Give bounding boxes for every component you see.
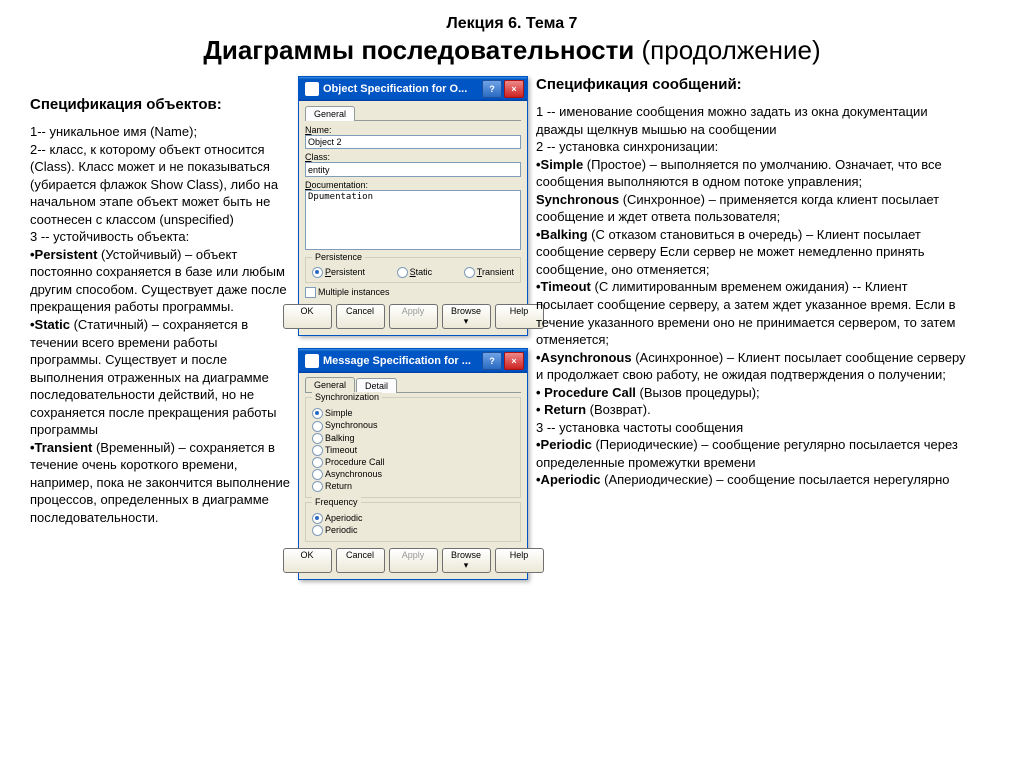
radio-static[interactable]: Static [397, 267, 433, 278]
name-field[interactable] [305, 135, 521, 149]
doc-field[interactable]: Dpumentation [305, 190, 521, 250]
radio-async[interactable]: Asynchronous [312, 469, 514, 480]
class-label: Class: [305, 152, 521, 162]
right-body: 1 -- именование сообщения можно задать и… [536, 103, 966, 489]
lecture-header: Лекция 6. Тема 7 [30, 15, 994, 33]
browse-button[interactable]: Browse ▾ [442, 548, 491, 573]
radio-simple[interactable]: Simple [312, 408, 514, 419]
class-field[interactable] [305, 162, 521, 177]
radio-aperiodic[interactable]: Aperiodic [312, 513, 514, 524]
radio-periodic[interactable]: Periodic [312, 525, 514, 536]
app-icon [305, 354, 319, 368]
cancel-button[interactable]: Cancel [336, 304, 385, 329]
radio-balking[interactable]: Balking [312, 433, 514, 444]
ok-button[interactable]: OK [283, 304, 332, 329]
message-spec-dialog: Message Specification for ... ? × Genera… [298, 348, 528, 580]
object-spec-dialog: Object Specification for O... ? × Genera… [298, 76, 528, 336]
close-icon[interactable]: × [504, 80, 524, 98]
radio-transient[interactable]: Transient [464, 267, 514, 278]
ok-button[interactable]: OK [283, 548, 332, 573]
radio-synchronous[interactable]: Synchronous [312, 420, 514, 431]
dialog-title: Object Specification for O... [323, 83, 482, 95]
radio-procedure[interactable]: Procedure Call [312, 457, 514, 468]
freq-group: Frequency [312, 497, 361, 507]
persistence-group: Persistence [312, 252, 365, 262]
radio-return[interactable]: Return [312, 481, 514, 492]
name-label: Name: [305, 125, 521, 135]
left-body: 1-- уникальное имя (Name); 2-- класс, к … [30, 123, 290, 527]
tab-detail[interactable]: Detail [356, 378, 397, 393]
dialog-titlebar[interactable]: Message Specification for ... ? × [299, 349, 527, 373]
app-icon [305, 82, 319, 96]
dialog-title: Message Specification for ... [323, 355, 482, 367]
dialog-titlebar[interactable]: Object Specification for O... ? × [299, 77, 527, 101]
tab-general[interactable]: General [305, 377, 355, 392]
radio-timeout[interactable]: Timeout [312, 445, 514, 456]
left-section-title: Спецификация объектов: [30, 96, 290, 113]
apply-button[interactable]: Apply [389, 548, 438, 573]
doc-label: Documentation: [305, 180, 521, 190]
close-icon[interactable]: × [504, 352, 524, 370]
help-icon[interactable]: ? [482, 80, 502, 98]
cancel-button[interactable]: Cancel [336, 548, 385, 573]
browse-button[interactable]: Browse ▾ [442, 304, 491, 329]
multiple-instances-check[interactable]: Multiple instances [305, 287, 521, 298]
tab-general[interactable]: General [305, 106, 355, 121]
radio-persistent[interactable]: Persistent [312, 267, 365, 278]
help-icon[interactable]: ? [482, 352, 502, 370]
sync-group: Synchronization [312, 392, 382, 402]
apply-button[interactable]: Apply [389, 304, 438, 329]
page-title: Диаграммы последовательности (продолжени… [30, 35, 994, 66]
right-section-title: Спецификация сообщений: [536, 76, 966, 93]
